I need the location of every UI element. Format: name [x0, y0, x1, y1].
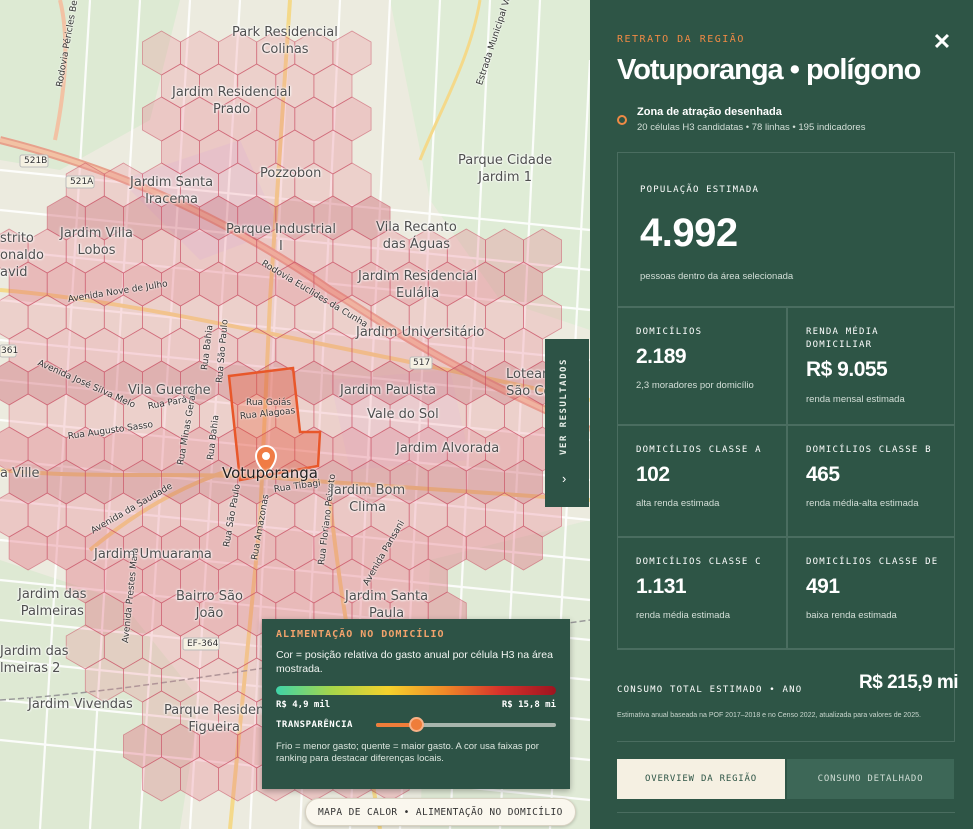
close-icon[interactable]: ✕ — [930, 30, 954, 54]
classe-c-card: DOMICÍLIOS CLASSE C 1.131 renda média es… — [617, 537, 787, 649]
legend-title: ALIMENTAÇÃO NO DOMICÍLIO — [276, 629, 445, 640]
classe-de-sub: baixa renda estimada — [806, 610, 897, 621]
classe-c-label: DOMICÍLIOS CLASSE C — [636, 557, 762, 567]
classe-de-card: DOMICÍLIOS CLASSE DE 491 baixa renda est… — [787, 537, 955, 649]
heatmap-layer-chip[interactable]: MAPA DE CALOR • ALIMENTAÇÃO NO DOMICÍLIO — [305, 798, 576, 826]
road-shield-361: 361 — [1, 346, 19, 356]
classe-de-label: DOMICÍLIOS CLASSE DE — [806, 557, 939, 567]
heatmap-legend: ALIMENTAÇÃO NO DOMICÍLIO Cor = posição r… — [262, 619, 570, 789]
consumo-value: R$ 215,9 mi — [859, 672, 959, 693]
classe-a-value: 102 — [636, 463, 670, 486]
neighborhood-label: Jardim Santa Paula — [345, 589, 429, 621]
neighborhood-label: Parque Cidade Jardim 1 — [458, 153, 553, 185]
domicilios-value: 2.189 — [636, 345, 687, 368]
neighborhood-label: Parque Residen Figueira — [164, 703, 265, 735]
population-sub: pessoas dentro da área selecionada — [640, 271, 794, 282]
neighborhood-label: Vila Guerche — [128, 383, 211, 398]
domicilios-sub: 2,3 moradores por domicílio — [636, 380, 754, 391]
view-results-toggle[interactable]: VER RESULTADOS › — [545, 339, 589, 507]
transparency-slider[interactable] — [376, 717, 556, 732]
classe-b-value: 465 — [806, 463, 840, 486]
classe-c-value: 1.131 — [636, 575, 687, 598]
neighborhood-label: Jardim Alvorada — [396, 441, 500, 456]
classe-b-sub: renda média-alta estimada — [806, 498, 919, 509]
neighborhood-label: Jardim das Palmeiras — [18, 587, 87, 619]
population-label: POPULAÇÃO ESTIMADA — [640, 185, 760, 195]
consumo-note: Estimativa anual baseada na POF 2017–201… — [617, 712, 921, 719]
domicilios-label: DOMICÍLIOS — [636, 327, 703, 337]
view-results-label: VER RESULTADOS — [559, 358, 569, 455]
road-shield-521a: 521A — [70, 177, 94, 187]
legend-description: Cor = posição relativa do gasto anual po… — [276, 649, 553, 675]
neighborhood-label: Jardim Paulista — [340, 383, 437, 398]
legend-max-label: R$ 15,8 mi — [501, 700, 556, 710]
zone-subtitle: 20 células H3 candidatas • 78 linhas • 1… — [637, 122, 866, 133]
consumo-card: CONSUMO TOTAL ESTIMADO • ANO R$ 215,9 mi… — [617, 649, 959, 742]
domicilios-card: DOMICÍLIOS 2.189 2,3 moradores por domic… — [617, 307, 787, 425]
neighborhood-label: Jardim Residencial Eulália — [358, 269, 478, 301]
neighborhood-label: Pozzobon — [260, 166, 322, 181]
neighborhood-label: Jardim Universitário — [356, 325, 485, 340]
classe-c-sub: renda média estimada — [636, 610, 730, 621]
neighborhood-label: strito onaldo avid — [0, 231, 44, 280]
population-value: 4.992 — [640, 211, 738, 255]
classe-a-card: DOMICÍLIOS CLASSE A 102 alta renda estim… — [617, 425, 787, 537]
zone-dot-icon — [617, 115, 627, 125]
road-shield-ef364: EF-364 — [187, 639, 219, 649]
panel-title: Votuporanga • polígono — [617, 54, 921, 86]
neighborhood-label: Jardim Umuarama — [94, 547, 212, 562]
neighborhood-label: Jardim Vivendas — [28, 697, 133, 712]
neighborhood-label: Vila Recanto das Águas — [376, 220, 457, 252]
legend-gradient-bar — [276, 686, 556, 695]
transparency-slider-thumb[interactable] — [408, 717, 424, 732]
neighborhood-label: Jardim Bom Clima — [330, 483, 406, 515]
neighborhood-label: Park Residencial Colinas — [232, 25, 338, 57]
road-shield-521b: 521B — [24, 156, 48, 166]
renda-card: RENDA MÉDIA DOMICILIAR R$ 9.055 renda men… — [787, 307, 955, 425]
neighborhood-label: Jardim Residencial Prado — [172, 85, 292, 117]
zone-title: Zona de atração desenhada — [637, 106, 782, 118]
legend-min-label: R$ 4,9 mil — [276, 700, 331, 710]
classe-a-sub: alta renda estimada — [636, 498, 720, 509]
classe-a-label: DOMICÍLIOS CLASSE A — [636, 445, 762, 455]
consumo-label: CONSUMO TOTAL ESTIMADO • ANO — [617, 685, 803, 695]
neighborhood-label: Jardim Villa Lobos — [60, 226, 133, 258]
neighborhood-label: Jardim Santa Iracema — [130, 175, 214, 207]
tab-overview[interactable]: OVERVIEW DA REGIÃO — [617, 759, 785, 799]
classe-de-value: 491 — [806, 575, 840, 598]
road-shield-517: 517 — [413, 358, 431, 368]
neighborhood-label: a Ville — [0, 466, 40, 481]
renda-sub: renda mensal estimada — [806, 394, 905, 405]
population-card: POPULAÇÃO ESTIMADA 4.992 pessoas dentro … — [617, 152, 955, 307]
legend-footnote: Frio = menor gasto; quente = maior gasto… — [276, 741, 539, 764]
transparency-label: TRANSPARÊNCIA — [276, 720, 353, 730]
classe-b-card: DOMICÍLIOS CLASSE B 465 renda média-alta… — [787, 425, 955, 537]
city-label: Votuporanga — [222, 464, 318, 482]
renda-value: R$ 9.055 — [806, 358, 888, 381]
classe-b-label: DOMICÍLIOS CLASSE B — [806, 445, 932, 455]
renda-label: RENDA MÉDIA DOMICILIAR — [806, 327, 879, 350]
panel-eyebrow: RETRATO DA REGIÃO — [617, 34, 745, 45]
neighborhood-label: Parque Industrial I — [226, 222, 336, 254]
chevron-right-icon: › — [562, 471, 567, 486]
neighborhood-label: Bairro São João — [176, 589, 243, 621]
tabs-divider — [617, 812, 955, 813]
tab-consumo-detalhado[interactable]: CONSUMO DETALHADO — [787, 759, 954, 799]
map-view[interactable]: 521B 521A 517 361 EF-364 Rodovia Euclide… — [0, 0, 590, 829]
neighborhood-label: Jardim das lmeiras 2 — [0, 644, 69, 676]
neighborhood-label: Vale do Sol — [367, 407, 439, 422]
